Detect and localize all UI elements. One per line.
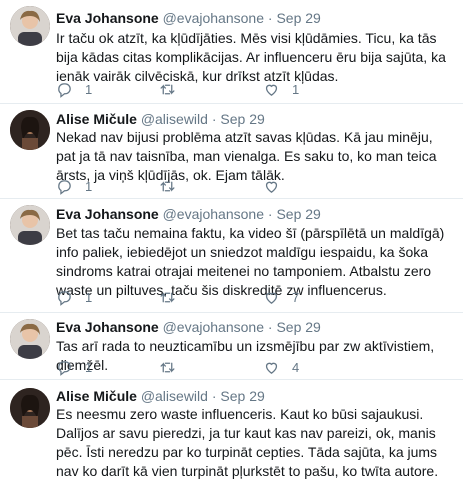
avatar[interactable] <box>10 110 50 150</box>
tweet-header: Alise Mičule @alisewild · Sep 29 <box>56 388 265 404</box>
tweet-header: Eva Johansone @evajohansone · Sep 29 <box>56 206 321 222</box>
author-name[interactable]: Alise Mičule <box>56 111 137 127</box>
tweet-actions: 1 1 <box>56 80 356 98</box>
heart-icon <box>265 181 278 193</box>
heart-icon <box>265 362 278 374</box>
author-name[interactable]: Eva Johansone <box>56 319 159 335</box>
like-count: 1 <box>292 81 300 97</box>
tweet-date[interactable]: Sep 29 <box>276 206 320 222</box>
avatar[interactable] <box>10 388 50 428</box>
tweet-date[interactable]: Sep 29 <box>220 388 264 404</box>
author-handle[interactable]: @evajohansone <box>163 10 264 26</box>
tweet-thread: Eva Johansone @evajohansone · Sep 29 Ir … <box>0 0 463 479</box>
reply-button[interactable]: 1 <box>56 358 92 376</box>
retweet-icon <box>160 180 175 192</box>
like-button[interactable]: 7 <box>263 288 299 306</box>
tweet-header: Alise Mičule @alisewild · Sep 29 <box>56 111 265 127</box>
author-handle[interactable]: @evajohansone <box>163 319 264 335</box>
like-button[interactable]: 4 <box>263 358 299 376</box>
tweet[interactable]: Eva Johansone @evajohansone · Sep 29 Tas… <box>0 313 463 380</box>
author-name[interactable]: Eva Johansone <box>56 10 159 26</box>
retweet-icon <box>160 83 175 95</box>
separator-dot: · <box>267 206 273 222</box>
reply-count: 1 <box>85 359 93 375</box>
retweet-icon <box>160 361 175 373</box>
tweet-actions: 1 7 <box>56 288 356 306</box>
reply-icon <box>58 360 71 376</box>
like-count: 4 <box>292 359 300 375</box>
heart-icon <box>265 292 278 304</box>
tweet[interactable]: Eva Johansone @evajohansone · Sep 29 Ir … <box>0 0 463 104</box>
reply-button[interactable]: 1 <box>56 80 92 98</box>
reply-count: 1 <box>85 178 93 194</box>
like-count: 7 <box>292 289 300 305</box>
reply-count: 1 <box>85 81 93 97</box>
tweet[interactable]: Alise Mičule @alisewild · Sep 29 Nekad n… <box>0 104 463 199</box>
tweet-header: Eva Johansone @evajohansone · Sep 29 <box>56 10 321 26</box>
retweet-button[interactable] <box>159 80 188 98</box>
tweet-date[interactable]: Sep 29 <box>276 319 320 335</box>
author-handle[interactable]: @evajohansone <box>163 206 264 222</box>
avatar[interactable] <box>10 319 50 359</box>
tweet-actions: 1 4 <box>56 358 356 376</box>
author-name[interactable]: Alise Mičule <box>56 388 137 404</box>
separator-dot: · <box>211 111 217 127</box>
separator-dot: · <box>211 388 217 404</box>
like-button[interactable]: 1 <box>263 80 299 98</box>
tweet-text: Ir taču ok atzīt, ka kļūdījāties. Mēs vi… <box>56 30 446 84</box>
separator-dot: · <box>267 319 273 335</box>
author-handle[interactable]: @alisewild <box>141 111 208 127</box>
tweet-date[interactable]: Sep 29 <box>220 111 264 127</box>
retweet-button[interactable] <box>159 177 188 195</box>
tweet[interactable]: Alise Mičule @alisewild · Sep 29 Es nees… <box>0 380 463 479</box>
tweet-actions: 1 <box>56 177 356 195</box>
tweet-text: Es neesmu zero waste influenceris. Kaut … <box>56 406 439 479</box>
heart-icon <box>265 84 278 96</box>
avatar[interactable] <box>10 6 50 46</box>
reply-count: 1 <box>85 289 93 305</box>
avatar[interactable] <box>10 205 50 245</box>
author-name[interactable]: Eva Johansone <box>56 206 159 222</box>
separator-dot: · <box>267 10 273 26</box>
reply-icon <box>58 290 71 306</box>
tweet-date[interactable]: Sep 29 <box>276 10 320 26</box>
author-handle[interactable]: @alisewild <box>141 388 208 404</box>
reply-button[interactable]: 1 <box>56 288 92 306</box>
retweet-icon <box>160 291 175 303</box>
reply-icon <box>58 179 71 195</box>
reply-button[interactable]: 1 <box>56 177 92 195</box>
retweet-button[interactable] <box>159 358 188 376</box>
tweet-header: Eva Johansone @evajohansone · Sep 29 <box>56 319 321 335</box>
reply-icon <box>58 82 71 98</box>
retweet-button[interactable] <box>159 288 188 306</box>
like-button[interactable] <box>263 177 292 195</box>
tweet[interactable]: Eva Johansone @evajohansone · Sep 29 Bet… <box>0 199 463 313</box>
